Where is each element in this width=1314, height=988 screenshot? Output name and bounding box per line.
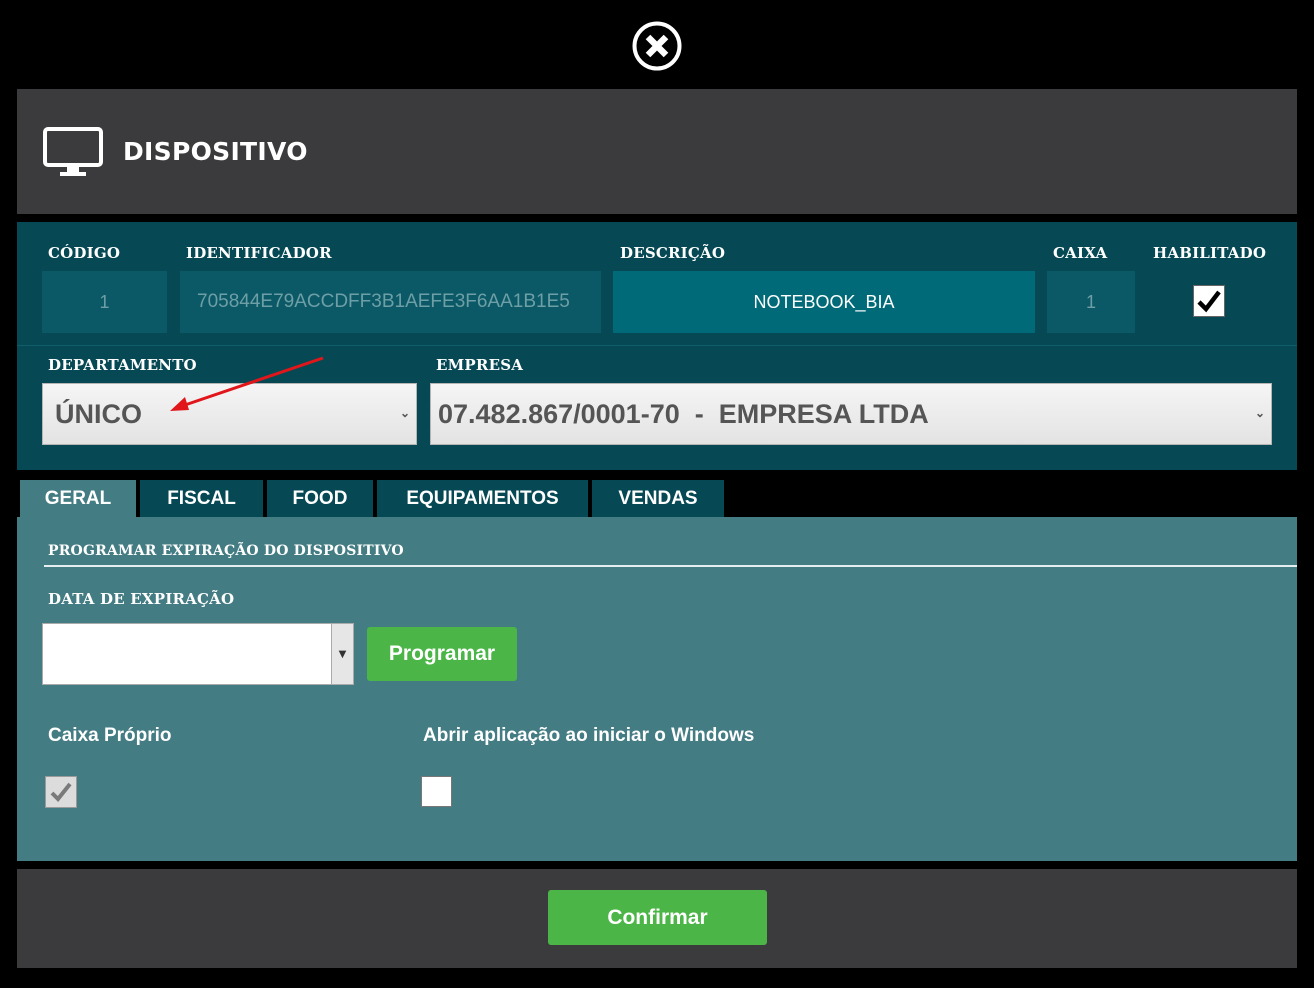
caixa-proprio-label: Caixa Próprio	[48, 725, 172, 746]
monitor-icon	[43, 127, 103, 176]
empresa-value: 07.482.867/0001-70 - EMPRESA LTDA	[438, 398, 929, 429]
section-title: PROGRAMAR EXPIRAÇÃO DO DISPOSITIVO	[48, 543, 404, 559]
chevron-down-icon: ⌄	[1254, 406, 1265, 420]
habilitado-label: HABILITADO	[1153, 244, 1267, 262]
identificador-label: IDENTIFICADOR	[186, 244, 332, 262]
programar-button[interactable]: Programar	[367, 627, 517, 681]
info-divider	[17, 345, 1297, 346]
empresa-select[interactable]: 07.482.867/0001-70 - EMPRESA LTDA ⌄	[430, 383, 1272, 445]
checkmark-icon	[1197, 290, 1221, 313]
codigo-label: CÓDIGO	[48, 244, 121, 262]
close-button[interactable]	[631, 20, 683, 72]
identificador-field: 705844E79ACCDFF3B1AEFE3F6AA1B1E5	[180, 271, 601, 333]
date-label: DATA DE EXPIRAÇÃO	[48, 590, 235, 608]
geral-panel: PROGRAMAR EXPIRAÇÃO DO DISPOSITIVO DATA …	[17, 517, 1297, 861]
descricao-label: DESCRIÇÃO	[620, 244, 726, 262]
tab-geral[interactable]: GERAL	[20, 480, 136, 517]
empresa-label: EMPRESA	[436, 356, 524, 374]
dialog-footer: Confirmar	[17, 869, 1297, 968]
tab-equipamentos[interactable]: EQUIPAMENTOS	[377, 480, 588, 517]
departamento-value: ÚNICO	[55, 398, 142, 429]
tab-food[interactable]: FOOD	[267, 480, 373, 517]
caixa-proprio-checkbox[interactable]	[45, 776, 77, 808]
descricao-field[interactable]: NOTEBOOK_BIA	[613, 271, 1035, 333]
close-icon	[632, 21, 682, 71]
tab-fiscal[interactable]: FISCAL	[140, 480, 263, 517]
caixa-label: CAIXA	[1053, 244, 1108, 262]
chevron-down-icon: ⌄	[399, 406, 410, 420]
checkmark-icon	[50, 782, 72, 802]
chevron-down-icon: ▼	[338, 648, 347, 660]
confirm-button[interactable]: Confirmar	[548, 890, 767, 945]
abrir-windows-label: Abrir aplicação ao iniciar o Windows	[423, 725, 755, 746]
dialog-title: DISPOSITIVO	[123, 137, 308, 166]
annotation-arrow	[170, 356, 324, 411]
habilitado-checkbox[interactable]	[1193, 285, 1225, 317]
abrir-windows-checkbox[interactable]	[421, 776, 452, 807]
expiration-date-input[interactable]	[42, 623, 332, 685]
codigo-field: 1	[42, 271, 167, 333]
dialog-header: DISPOSITIVO	[17, 89, 1297, 214]
date-dropdown-button[interactable]: ▼	[331, 623, 354, 685]
device-info-panel: CÓDIGO IDENTIFICADOR DESCRIÇÃO CAIXA HAB…	[17, 222, 1297, 470]
caixa-field: 1	[1047, 271, 1135, 333]
tab-vendas[interactable]: VENDAS	[592, 480, 724, 517]
section-divider	[44, 565, 1297, 567]
